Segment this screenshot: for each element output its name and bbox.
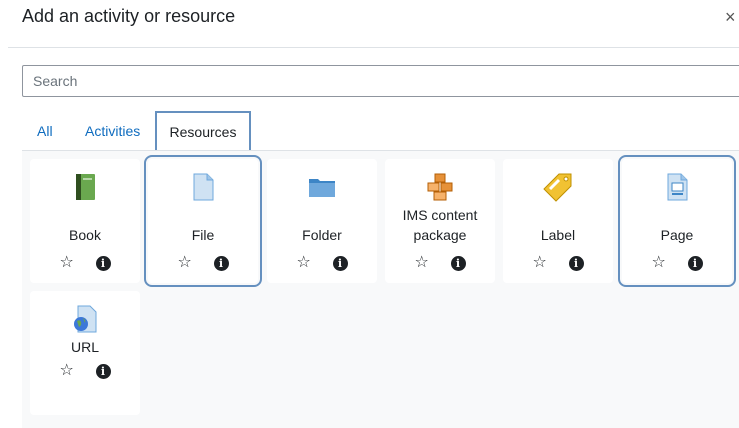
star-icon[interactable]: ☆ (178, 255, 194, 271)
star-icon[interactable]: ☆ (60, 363, 76, 379)
resource-card-book[interactable]: Book ☆ i (30, 159, 140, 283)
resource-name: URL (70, 339, 99, 355)
tab-list: All Activities Resources (0, 111, 739, 152)
resource-name-line-2: package (413, 227, 467, 243)
url-icon (74, 305, 97, 333)
resource-name: File (191, 227, 215, 243)
file-icon (193, 173, 214, 201)
resource-card-folder[interactable]: Folder ☆ i (267, 159, 377, 283)
resource-card-page[interactable]: Page ☆ i (618, 155, 736, 287)
info-icon[interactable]: i (95, 256, 111, 271)
ims-content-package-icon (427, 173, 453, 201)
info-icon[interactable]: i (332, 256, 348, 271)
header-divider (8, 47, 739, 48)
search-input[interactable] (22, 65, 739, 97)
page-icon (667, 173, 688, 201)
book-icon (76, 174, 95, 200)
resource-card-ims-content-package[interactable]: IMS content package ☆ i (385, 159, 495, 283)
star-icon[interactable]: ☆ (652, 255, 668, 271)
star-icon[interactable]: ☆ (533, 255, 549, 271)
folder-icon (309, 179, 335, 197)
star-icon[interactable]: ☆ (60, 255, 76, 271)
resources-panel: Book ☆ i File ☆ i Folder ☆ i IMS content… (22, 151, 739, 428)
tab-resources[interactable]: Resources (155, 111, 251, 152)
tab-activities[interactable]: Activities (85, 123, 140, 139)
resource-card-file[interactable]: File ☆ i (144, 155, 262, 287)
resource-card-url[interactable]: URL ☆ i (30, 291, 140, 415)
resource-name: Label (540, 227, 576, 243)
info-icon[interactable]: i (687, 256, 703, 271)
label-icon (543, 173, 572, 202)
info-icon[interactable]: i (568, 256, 584, 271)
resource-name: Folder (302, 227, 342, 243)
info-icon[interactable]: i (95, 364, 111, 379)
info-icon[interactable]: i (213, 256, 229, 271)
modal-title: Add an activity or resource (22, 6, 236, 26)
resource-card-label[interactable]: Label ☆ i (503, 159, 613, 283)
close-icon[interactable]: × (725, 8, 739, 26)
star-icon[interactable]: ☆ (415, 255, 431, 271)
info-icon[interactable]: i (450, 256, 466, 271)
resource-name-line-1: IMS content (402, 207, 478, 223)
resource-name: Book (69, 227, 101, 243)
tab-all[interactable]: All (37, 123, 53, 139)
star-icon[interactable]: ☆ (297, 255, 313, 271)
resource-name: Page (660, 227, 694, 243)
